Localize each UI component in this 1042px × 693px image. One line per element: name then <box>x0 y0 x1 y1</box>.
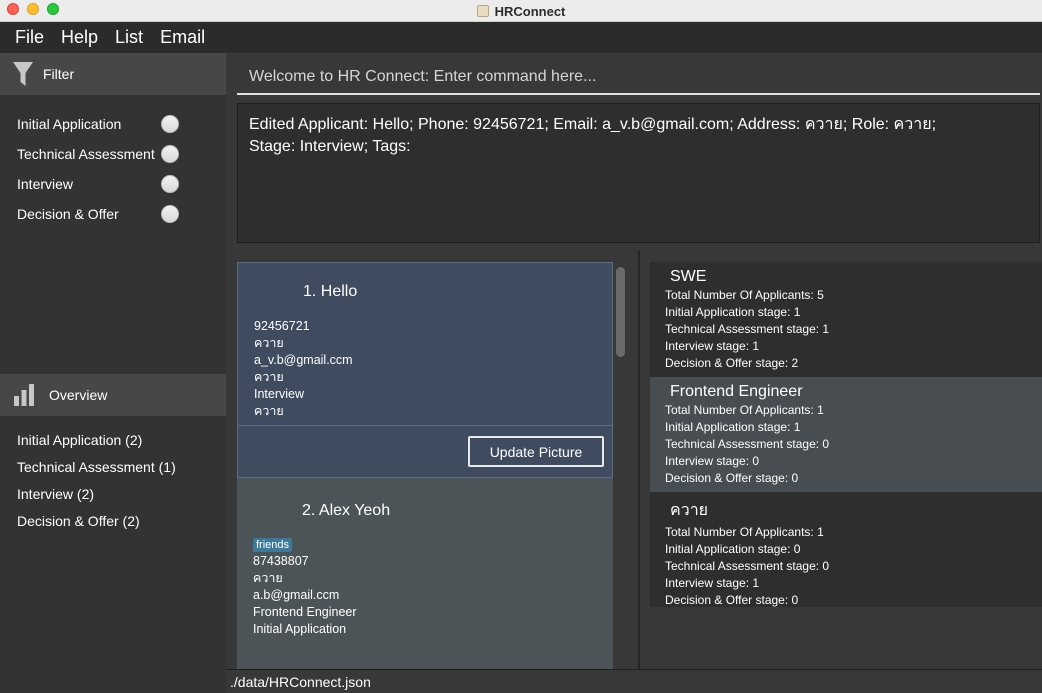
filter-option-label: Interview <box>17 176 74 192</box>
applicant-phone: 92456721 <box>254 319 310 333</box>
applicant-stage: Interview <box>254 387 305 401</box>
filter-header-label: Filter <box>43 66 75 82</box>
role-name: ควาย <box>670 502 709 519</box>
role-initial-stage: Initial Application stage: 1 <box>665 305 801 319</box>
role-technical-stage: Technical Assessment stage: 1 <box>665 322 830 336</box>
role-interview-stage: Interview stage: 0 <box>665 454 760 468</box>
filter-option-interview[interactable]: Interview <box>0 169 226 199</box>
overview-list: Initial Application (2) Technical Assess… <box>0 426 226 534</box>
filter-option-technical-assessment[interactable]: Technical Assessment <box>0 139 226 169</box>
applicant-email: a.b@gmail.ccm <box>253 588 340 602</box>
applicant-role: ควาย <box>254 370 284 384</box>
applicant-name: 1. Hello <box>303 283 358 300</box>
filter-option-label: Initial Application <box>17 116 122 132</box>
filter-option-initial-application[interactable]: Initial Application <box>0 109 226 139</box>
overview-item-decision-offer: Decision & Offer (2) <box>17 512 140 529</box>
applicant-list-scrollbar[interactable] <box>616 267 625 357</box>
applicant-role: Frontend Engineer <box>253 605 357 619</box>
filter-radio-button[interactable] <box>161 175 179 193</box>
role-technical-stage: Technical Assessment stage: 0 <box>665 437 830 451</box>
role-total: Total Number Of Applicants: 1 <box>665 525 824 539</box>
role-name: SWE <box>670 268 707 285</box>
filter-header: Filter <box>0 53 226 95</box>
sidebar: Filter Initial Application Technical Ass… <box>0 53 226 669</box>
role-initial-stage: Initial Application stage: 0 <box>665 542 801 556</box>
menu-list[interactable]: List <box>115 27 143 48</box>
window-title: HRConnect <box>494 3 566 19</box>
role-card-swe: SWE Total Number Of Applicants: 5 Initia… <box>650 262 1042 377</box>
result-line-2: Stage: Interview; Tags: <box>249 138 411 155</box>
applicant-tag: friends <box>253 538 293 552</box>
card-divider <box>238 425 612 426</box>
menu-help[interactable]: Help <box>61 27 98 48</box>
applicant-card[interactable]: 2. Alex Yeoh friends 87438807 ควาย a.b@g… <box>237 478 613 669</box>
overview-item-interview: Interview (2) <box>17 485 95 502</box>
role-card-frontend-engineer: Frontend Engineer Total Number Of Applic… <box>650 377 1042 492</box>
menu-file[interactable]: File <box>15 27 44 48</box>
filter-option-label: Technical Assessment <box>17 146 155 162</box>
applicant-extra: ควาย <box>254 404 284 418</box>
filter-option-decision-offer[interactable]: Decision & Offer <box>0 199 226 229</box>
overview-item-technical-assessment: Technical Assessment (1) <box>17 458 176 475</box>
filter-list: Initial Application Technical Assessment… <box>0 109 226 229</box>
bar-chart-icon <box>14 384 34 406</box>
update-picture-button[interactable]: Update Picture <box>468 436 604 467</box>
role-stats-panel: SWE Total Number Of Applicants: 5 Initia… <box>640 251 1042 669</box>
command-area <box>226 53 1042 99</box>
role-interview-stage: Interview stage: 1 <box>665 576 760 590</box>
role-technical-stage: Technical Assessment stage: 0 <box>665 559 830 573</box>
applicant-stage: Initial Application <box>253 622 347 636</box>
result-line-1: Edited Applicant: Hello; Phone: 92456721… <box>249 116 937 133</box>
role-decision-stage: Decision & Offer stage: 2 <box>665 356 799 370</box>
overview-item-initial-application: Initial Application (2) <box>17 431 143 448</box>
command-input[interactable] <box>237 61 1040 95</box>
applicant-details: friends 87438807 ควาย a.b@gmail.ccm Fron… <box>253 536 357 638</box>
applicant-address: ควาย <box>253 571 283 585</box>
status-file-path: ./data/HRConnect.json <box>226 669 1042 693</box>
result-display: Edited Applicant: Hello; Phone: 92456721… <box>237 103 1040 243</box>
filter-radio-button[interactable] <box>161 115 179 133</box>
title-container: HRConnect <box>0 0 1042 22</box>
role-total: Total Number Of Applicants: 1 <box>665 403 824 417</box>
menu-bar: File Help List Email <box>0 22 1042 53</box>
applicant-phone: 87438807 <box>253 554 309 568</box>
applicant-list-panel[interactable]: 1. Hello 92456721 ควาย a_v.b@gmail.ccm ค… <box>226 251 640 669</box>
role-decision-stage: Decision & Offer stage: 0 <box>665 471 799 485</box>
filter-option-label: Decision & Offer <box>17 206 119 222</box>
overview-header-label: Overview <box>49 387 108 403</box>
menu-email[interactable]: Email <box>160 27 205 48</box>
applicant-name: 2. Alex Yeoh <box>302 502 391 519</box>
filter-funnel-icon <box>13 62 33 86</box>
applicant-details: 92456721 ควาย a_v.b@gmail.ccm ควาย Inter… <box>254 318 353 420</box>
applicant-card-selected[interactable]: 1. Hello 92456721 ควาย a_v.b@gmail.ccm ค… <box>237 262 613 478</box>
role-card-thai: ควาย Total Number Of Applicants: 1 Initi… <box>650 492 1042 607</box>
role-interview-stage: Interview stage: 1 <box>665 339 760 353</box>
role-name: Frontend Engineer <box>670 383 803 400</box>
applicant-address: ควาย <box>254 336 284 350</box>
applicant-email: a_v.b@gmail.ccm <box>254 353 353 367</box>
app-icon <box>476 5 489 17</box>
status-bar: ./data/HRConnect.json <box>0 669 1042 693</box>
overview-header: Overview <box>0 374 226 416</box>
window-title-bar: HRConnect <box>0 0 1042 22</box>
result-area: Edited Applicant: Hello; Phone: 92456721… <box>226 99 1042 251</box>
role-total: Total Number Of Applicants: 5 <box>665 288 824 302</box>
filter-radio-button[interactable] <box>161 205 179 223</box>
role-decision-stage: Decision & Offer stage: 0 <box>665 593 799 607</box>
role-initial-stage: Initial Application stage: 1 <box>665 420 801 434</box>
filter-radio-button[interactable] <box>161 145 179 163</box>
